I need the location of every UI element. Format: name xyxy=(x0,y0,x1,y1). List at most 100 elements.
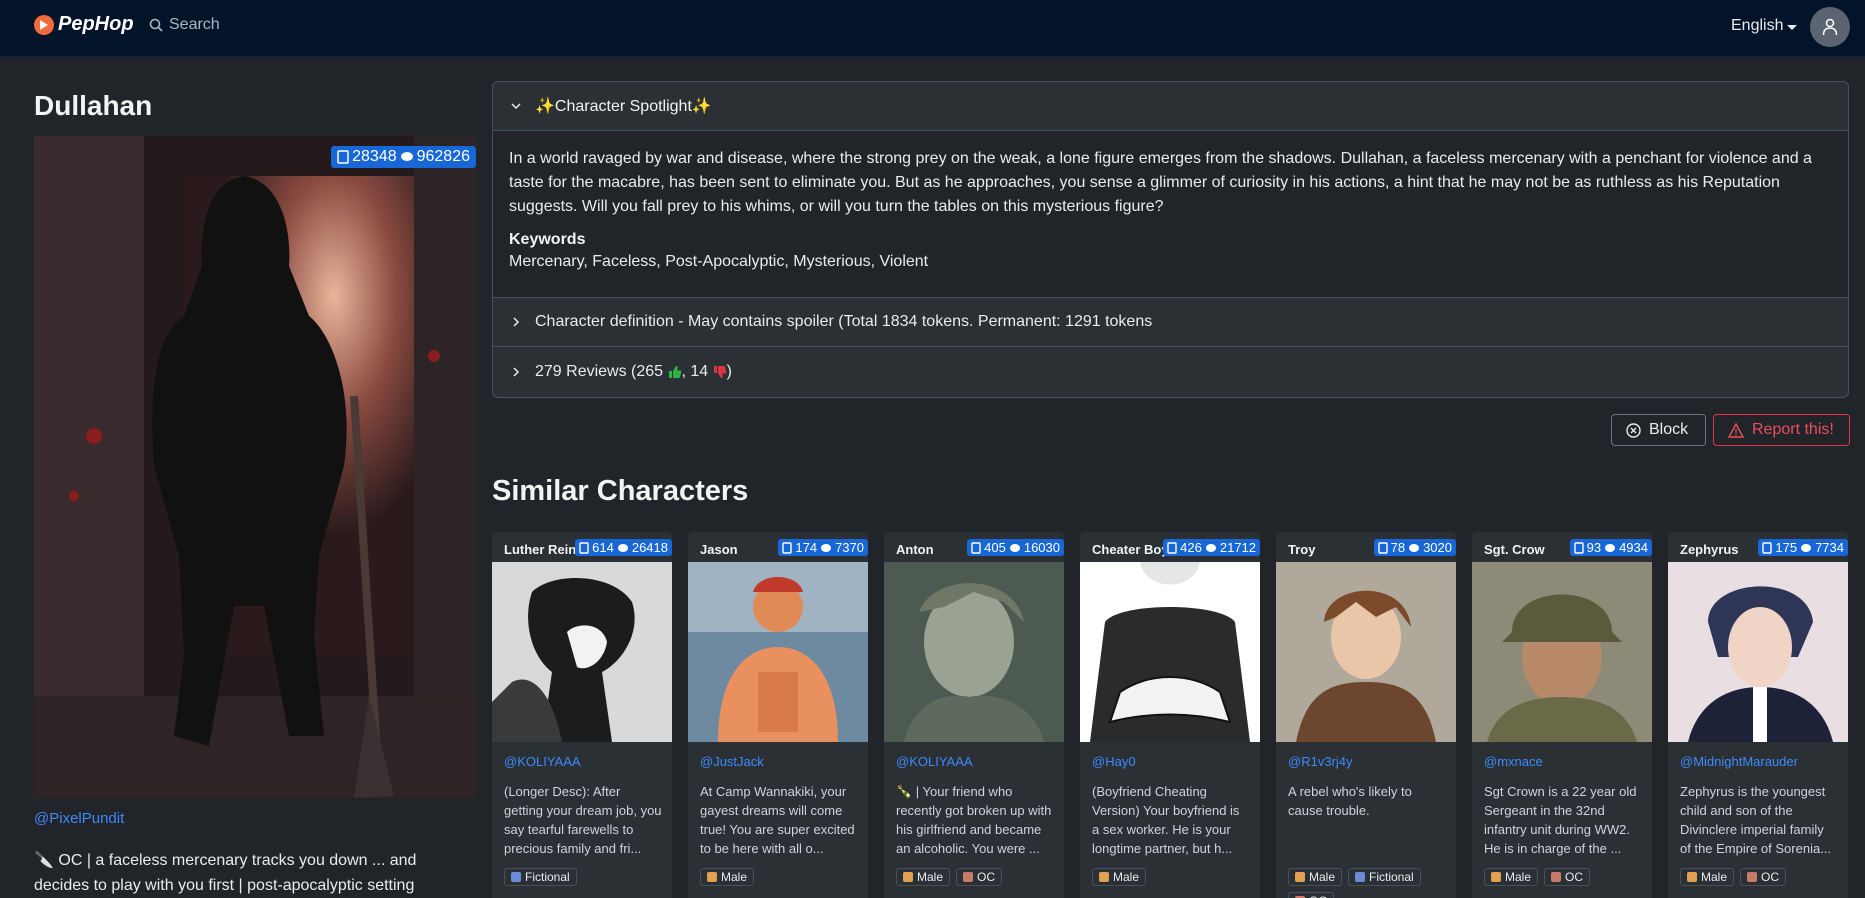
card-message-count: 4934 xyxy=(1619,540,1648,555)
character-card[interactable]: Sgt. Crow 93 4934 @mxnace Sgt Crown is a 22 … xyxy=(1472,532,1652,898)
character-card[interactable]: Zephyrus 175 7734 @MidnightMarauder Zephyrus… xyxy=(1668,532,1848,898)
character-card[interactable]: Luther Reinhardt 614 26418 @KOLIYAAA (Longer… xyxy=(492,532,672,898)
definition-toggle[interactable]: Character definition - May contains spoi… xyxy=(493,298,1848,347)
spotlight-description: In a world ravaged by war and disease, w… xyxy=(509,150,1812,215)
card-tags: Male OC xyxy=(896,868,1056,886)
card-image[interactable] xyxy=(1276,562,1456,742)
tag-oc[interactable]: OC xyxy=(1544,868,1591,886)
card-tags: Male OC xyxy=(1680,868,1840,886)
block-button[interactable]: Block xyxy=(1611,414,1706,446)
message-icon xyxy=(1605,543,1616,552)
card-image[interactable] xyxy=(1668,562,1848,742)
card-stats-badge: 614 26418 xyxy=(575,539,672,556)
card-creator-link[interactable]: @R1v3rj4y xyxy=(1288,754,1353,769)
card-creator-link[interactable]: @mxnace xyxy=(1484,754,1543,769)
reviews-prefix: 279 Reviews (265 xyxy=(535,362,668,380)
tag-label: OC xyxy=(977,870,996,884)
tag-icon xyxy=(707,872,717,882)
message-icon xyxy=(400,152,413,161)
language-dropdown[interactable]: English xyxy=(1731,17,1798,35)
tag-oc[interactable]: OC xyxy=(1740,868,1787,886)
block-label: Block xyxy=(1649,421,1689,438)
similar-characters-title: Similar Characters xyxy=(492,475,749,507)
card-header: Sgt. Crow 93 4934 xyxy=(1472,532,1652,562)
card-chat-count: 614 xyxy=(592,540,614,555)
card-image[interactable] xyxy=(1080,562,1260,742)
card-portrait xyxy=(1276,562,1456,742)
card-tags: Fictional xyxy=(504,868,664,886)
card-creator-link[interactable]: @Hay0 xyxy=(1092,754,1136,769)
chat-icon xyxy=(1762,541,1773,554)
creator-link[interactable]: @PixelPundit xyxy=(34,810,124,827)
character-accordion: ✨Character Spotlight✨ In a world ravaged… xyxy=(492,81,1849,398)
tag-label: Male xyxy=(1701,870,1728,884)
card-chat-count: 426 xyxy=(1180,540,1202,555)
card-stats-badge: 174 7370 xyxy=(778,539,868,556)
reviews-toggle[interactable]: 279 Reviews (265 , 14 ) xyxy=(493,347,1848,396)
user-avatar[interactable] xyxy=(1810,7,1850,47)
message-icon xyxy=(1409,543,1420,552)
card-tags: Male Fictional OC xyxy=(1288,868,1448,898)
card-description: A rebel who's likely to cause trouble. xyxy=(1288,784,1412,818)
chevron-down-icon xyxy=(511,103,521,110)
card-message-count: 21712 xyxy=(1219,540,1256,555)
card-image[interactable] xyxy=(492,562,672,742)
message-icon xyxy=(1801,543,1812,552)
card-description: (Boyfriend Cheating Version) Your boyfri… xyxy=(1092,784,1240,856)
tag-icon xyxy=(1747,872,1758,882)
tag-male[interactable]: Male xyxy=(1288,868,1343,886)
card-portrait xyxy=(688,562,868,742)
card-creator-link[interactable]: @JustJack xyxy=(700,754,764,769)
character-card[interactable]: Cheater Boyfriend42621712@Hay0(Boyfriend… xyxy=(1080,532,1260,898)
tag-male[interactable]: Male xyxy=(1092,868,1147,886)
card-header: Anton 405 16030 xyxy=(884,532,1064,562)
tag-male[interactable]: Male xyxy=(1484,868,1539,886)
card-chat-count: 93 xyxy=(1586,540,1602,555)
card-creator-link[interactable]: @KOLIYAAA xyxy=(504,754,581,769)
card-image[interactable] xyxy=(884,562,1064,742)
card-image[interactable] xyxy=(1472,562,1652,742)
tag-icon xyxy=(1355,872,1366,882)
card-header: Cheater Boyfriend42621712 xyxy=(1080,532,1260,562)
card-chat-count: 405 xyxy=(984,540,1006,555)
card-header: Zephyrus 175 7734 xyxy=(1668,532,1848,562)
keywords-list: Mercenary, Faceless, Post-Apocalyptic, M… xyxy=(509,253,929,270)
card-image[interactable] xyxy=(688,562,868,742)
card-chat-count: 78 xyxy=(1390,540,1406,555)
card-message-count: 7370 xyxy=(835,540,864,555)
tag-icon xyxy=(903,872,913,882)
search-button[interactable]: Search xyxy=(149,16,220,34)
tag-fictional[interactable]: Fictional xyxy=(1348,868,1421,886)
tag-icon xyxy=(1491,872,1501,882)
tag-label: OC xyxy=(1309,894,1327,898)
character-card[interactable]: Jason 174 7370 @JustJack At Camp Wannakiki, … xyxy=(688,532,868,898)
card-creator-link[interactable]: @KOLIYAAA xyxy=(896,754,973,769)
thumbs-up-icon xyxy=(668,365,681,378)
brand-name: PepHop xyxy=(58,13,134,35)
report-button[interactable]: Report this! xyxy=(1713,414,1850,446)
tag-male[interactable]: Male xyxy=(896,868,951,886)
brand-logo[interactable]: PepHop xyxy=(34,13,134,36)
card-description: Zephyrus is the youngest child and son o… xyxy=(1680,784,1832,856)
card-description: (Longer Desc): After getting your dream … xyxy=(504,784,662,856)
tag-oc[interactable]: OC xyxy=(956,868,1003,886)
chat-icon xyxy=(337,150,349,164)
spotlight-toggle[interactable]: ✨Character Spotlight✨ xyxy=(493,82,1848,130)
tag-label: Male xyxy=(1309,870,1336,884)
tag-fictional[interactable]: Fictional xyxy=(504,868,577,886)
card-stats-badge: 175 7734 xyxy=(1758,539,1848,556)
navbar: PepHop Search English xyxy=(0,0,1865,57)
tag-label: Male xyxy=(1505,870,1532,884)
card-message-count: 7734 xyxy=(1815,540,1844,555)
card-creator-link[interactable]: @MidnightMarauder xyxy=(1680,754,1798,769)
spotlight-title: ✨Character Spotlight✨ xyxy=(535,98,712,115)
x-circle-icon xyxy=(1626,422,1641,438)
character-name: Dullahan xyxy=(34,90,153,121)
tag-male[interactable]: Male xyxy=(1680,868,1735,886)
character-card[interactable]: Troy 78 3020 @R1v3rj4y A rebel who's likely … xyxy=(1276,532,1456,898)
message-icon xyxy=(821,543,832,552)
tag-male[interactable]: Male xyxy=(700,868,755,886)
character-card[interactable]: Anton 405 16030 @KOLIYAAA 🍾 | Your friend wh… xyxy=(884,532,1064,898)
chat-icon xyxy=(971,541,981,554)
tag-oc[interactable]: OC xyxy=(1288,892,1334,898)
